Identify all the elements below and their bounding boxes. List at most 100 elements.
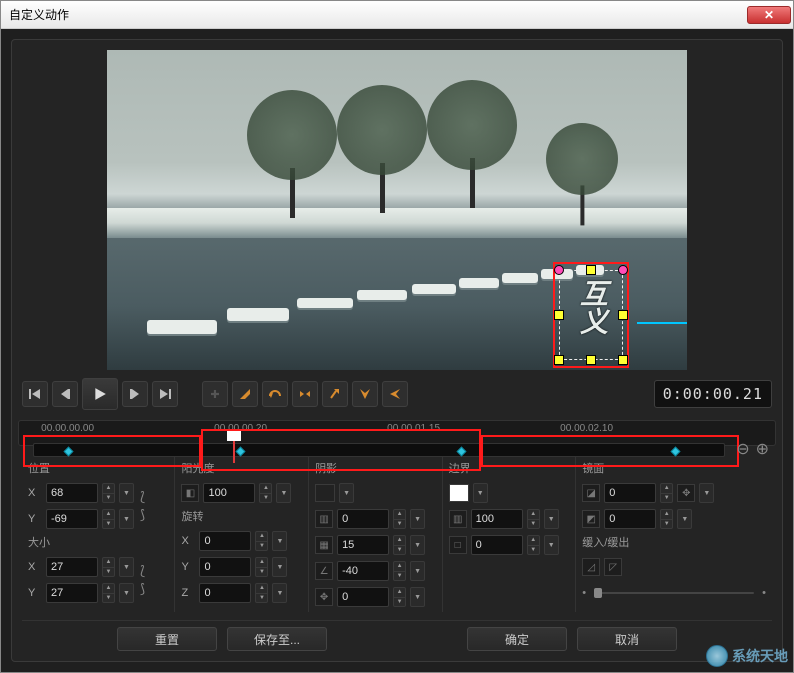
menu-button[interactable]: ▼ [276, 483, 291, 503]
menu-button[interactable]: ▼ [119, 483, 134, 503]
watermark: 系统天地 [706, 645, 788, 667]
zoom-out-icon[interactable]: ⊖ [736, 439, 749, 459]
easing-slider[interactable] [594, 592, 754, 594]
keyframe[interactable] [456, 447, 466, 457]
window-title: 自定义动作 [9, 6, 69, 23]
playhead[interactable] [227, 431, 241, 467]
keyframe-track[interactable] [33, 443, 725, 457]
prev-frame-button[interactable] [52, 381, 78, 407]
spinner[interactable]: ▲▼ [527, 535, 540, 555]
spinner[interactable]: ▲▼ [102, 583, 115, 603]
ease-out-icon[interactable]: ◸ [604, 558, 622, 576]
mirror-v2-input[interactable] [604, 509, 656, 529]
spinner[interactable]: ▲▼ [259, 483, 272, 503]
timeline[interactable]: 00.00.00.00 00.00.00.20 00.00.01.15 00.0… [18, 420, 776, 446]
menu-button[interactable]: ▼ [119, 509, 134, 529]
group-shadow-label: 阴影 [315, 460, 426, 476]
cancel-button[interactable]: 取消 [577, 627, 677, 651]
spinner[interactable]: ▲▼ [527, 509, 540, 529]
shadow-v1-input[interactable] [337, 509, 389, 529]
menu-button[interactable]: ▼ [699, 483, 714, 503]
link-icon[interactable]: ⟅ [138, 563, 147, 579]
tool-button-3[interactable] [292, 381, 318, 407]
menu-button[interactable]: ▼ [272, 531, 287, 551]
mirror-v1-input[interactable] [604, 483, 656, 503]
ok-button[interactable]: 确定 [467, 627, 567, 651]
spinner[interactable]: ▲▼ [393, 509, 406, 529]
size-x-input[interactable] [46, 557, 98, 577]
position-y-input[interactable] [46, 509, 98, 529]
go-start-button[interactable] [22, 381, 48, 407]
menu-button[interactable]: ▼ [410, 535, 425, 555]
rotation-y-input[interactable] [199, 557, 251, 577]
keyframe[interactable] [670, 447, 680, 457]
play-button[interactable] [82, 378, 118, 410]
spinner[interactable]: ▲▼ [660, 509, 673, 529]
keyframe[interactable] [63, 447, 73, 457]
shadow-v2-input[interactable] [337, 535, 389, 555]
color-menu[interactable]: ▼ [473, 483, 488, 503]
rotation-z-input[interactable] [199, 583, 251, 603]
spinner[interactable]: ▲▼ [393, 587, 406, 607]
close-button[interactable]: ✕ [747, 6, 791, 24]
tool-button-1[interactable] [232, 381, 258, 407]
opacity-input[interactable] [203, 483, 255, 503]
timecode-display[interactable]: 0:00:00.21 [654, 380, 772, 408]
tool-button-4[interactable] [322, 381, 348, 407]
ruler-label: 00.00.02.10 [560, 423, 613, 434]
next-frame-button[interactable] [122, 381, 148, 407]
selection-highlight: 互义 [553, 262, 629, 368]
tool-button-2[interactable] [262, 381, 288, 407]
menu-button[interactable]: ▼ [677, 509, 692, 529]
color-menu[interactable]: ▼ [339, 483, 354, 503]
spinner[interactable]: ▲▼ [393, 561, 406, 581]
add-keyframe-button[interactable]: ✚ [202, 381, 228, 407]
menu-button[interactable]: ▼ [410, 587, 425, 607]
menu-button[interactable]: ▼ [544, 535, 559, 555]
border-opacity-icon: ▥ [449, 510, 467, 528]
go-end-button[interactable] [152, 381, 178, 407]
menu-button[interactable]: ▼ [119, 583, 134, 603]
spinner[interactable]: ▲▼ [102, 557, 115, 577]
border-v1-input[interactable] [471, 509, 523, 529]
position-x-input[interactable] [46, 483, 98, 503]
mirror-icon-2: ◩ [582, 510, 600, 528]
globe-icon [706, 645, 728, 667]
ruler-label: 00.00.01.15 [387, 423, 440, 434]
tool-button-5[interactable] [352, 381, 378, 407]
shadow-color-swatch[interactable] [315, 484, 335, 502]
size-y-input[interactable] [46, 583, 98, 603]
spinner[interactable]: ▲▼ [393, 535, 406, 555]
menu-button[interactable]: ▼ [272, 583, 287, 603]
border-color-swatch[interactable] [449, 484, 469, 502]
menu-button[interactable]: ▼ [410, 509, 425, 529]
zoom-in-icon[interactable]: ⊕ [756, 439, 769, 459]
preview-viewport[interactable]: 互义 [107, 50, 687, 370]
menu-button[interactable]: ▼ [272, 557, 287, 577]
spinner[interactable]: ▲▼ [102, 483, 115, 503]
shadow-icon: ▥ [315, 510, 333, 528]
border-v2-input[interactable] [471, 535, 523, 555]
ease-in-icon[interactable]: ◿ [582, 558, 600, 576]
spinner[interactable]: ▲▼ [102, 509, 115, 529]
save-as-button[interactable]: 保存至... [227, 627, 327, 651]
move-icon: ✥ [315, 588, 333, 606]
group-border-label: 边界 [449, 460, 560, 476]
shadow-v3-input[interactable] [337, 561, 389, 581]
title-bar: 自定义动作 ✕ [1, 1, 793, 29]
ruler-label: 00.00.00.00 [41, 423, 94, 434]
group-position-label: 位置 [28, 460, 158, 476]
menu-button[interactable]: ▼ [544, 509, 559, 529]
menu-button[interactable]: ▼ [410, 561, 425, 581]
shadow-v4-input[interactable] [337, 587, 389, 607]
rotation-x-input[interactable] [199, 531, 251, 551]
reset-button[interactable]: 重置 [117, 627, 217, 651]
group-rotation-label: 旋转 [181, 508, 292, 524]
menu-button[interactable]: ▼ [119, 557, 134, 577]
spinner[interactable]: ▲▼ [255, 557, 268, 577]
tool-button-6[interactable] [382, 381, 408, 407]
spinner[interactable]: ▲▼ [660, 483, 673, 503]
link-icon[interactable]: ⟅ [138, 489, 147, 505]
spinner[interactable]: ▲▼ [255, 583, 268, 603]
spinner[interactable]: ▲▼ [255, 531, 268, 551]
